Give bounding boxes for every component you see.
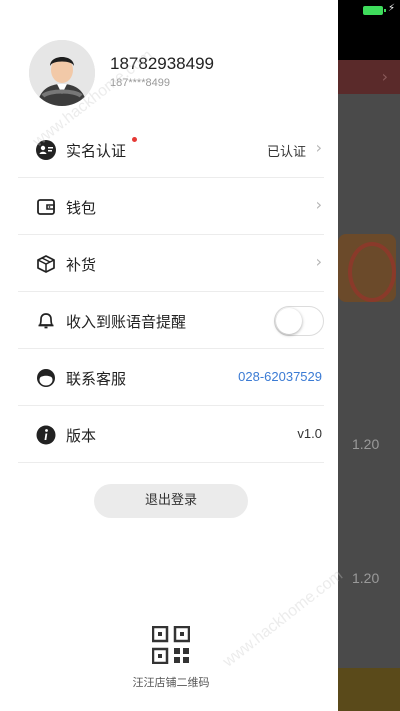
user-phone: 18782938499 [110, 54, 215, 73]
profile-header[interactable]: 18782938499 187****8499 [0, 0, 338, 120]
background-price: 1.20 [352, 570, 380, 586]
version-value: v1.0 [297, 426, 322, 441]
toggle-knob [276, 308, 302, 334]
menu-item-voice-alert: 收入到账语音提醒 [18, 292, 324, 349]
menu-item-restock[interactable]: 补货 › [18, 235, 324, 292]
chevron-right-icon: › [315, 138, 322, 157]
headset-icon [37, 369, 55, 387]
background-footer [330, 668, 400, 711]
menu-item-version: 版本 v1.0 [18, 406, 324, 463]
background-banner[interactable]: › [330, 60, 400, 94]
verify-status: 已认证 [266, 144, 306, 159]
menu-item-support[interactable]: 联系客服 028-62037529 [18, 349, 324, 406]
chevron-right-icon: › [381, 67, 388, 86]
battery-icon [363, 6, 386, 15]
menu-label: 联系客服 [66, 370, 127, 388]
support-phone-link[interactable]: 028-62037529 [238, 369, 322, 384]
info-icon [36, 425, 56, 445]
wallet-icon [37, 199, 55, 215]
bell-icon [38, 313, 54, 329]
menu-label: 钱包 [66, 199, 97, 217]
menu-item-verify[interactable]: 实名认证 已认证 › [18, 121, 324, 178]
voice-alert-toggle[interactable] [274, 306, 324, 336]
background-price: 1.20 [352, 436, 380, 452]
menu-label: 版本 [66, 427, 97, 445]
avatar[interactable] [29, 40, 95, 106]
qr-code-label: 汪汪店铺二维码 [132, 676, 210, 689]
qr-code-icon[interactable] [152, 626, 190, 664]
charging-icon: ⚡ [388, 3, 396, 14]
driver-avatar-icon [29, 40, 95, 106]
menu-label: 收入到账语音提醒 [66, 313, 187, 331]
box-icon [37, 255, 55, 273]
user-phone-masked: 187****8499 [110, 77, 170, 89]
notification-dot [132, 137, 137, 142]
chevron-right-icon: › [315, 195, 322, 214]
menu-label: 补货 [66, 256, 97, 274]
background-product-image [338, 234, 396, 302]
id-card-icon [36, 140, 56, 160]
menu-label: 实名认证 [66, 142, 127, 160]
side-drawer: 18782938499 187****8499 实名认证 已认证 › 钱包 › … [0, 0, 338, 711]
menu-item-wallet[interactable]: 钱包 › [18, 178, 324, 235]
logout-button[interactable]: 退出登录 [94, 484, 248, 518]
chevron-right-icon: › [315, 252, 322, 271]
